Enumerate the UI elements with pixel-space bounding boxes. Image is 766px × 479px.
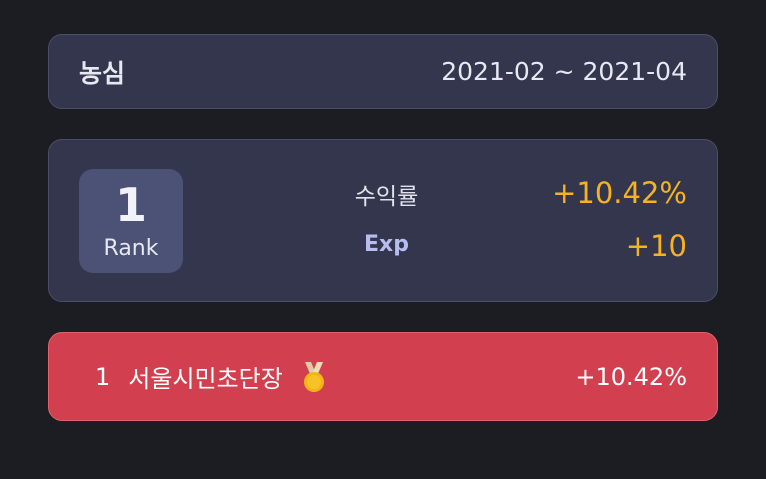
rank-summary-card: 1 Rank 수익률 +10.42% Exp +10 xyxy=(48,139,718,302)
return-label: 수익률 xyxy=(354,184,419,210)
exp-label: Exp xyxy=(364,232,409,257)
stock-name: 농심 xyxy=(79,58,126,88)
my-ranking-info: 1 서울시민초단장 xyxy=(95,333,329,420)
my-rank-number: 1 xyxy=(95,362,111,391)
rank-number: 1 xyxy=(114,177,147,232)
exp-value: +10 xyxy=(625,229,687,263)
gold-medal-icon xyxy=(299,361,329,393)
my-return-value: +10.42% xyxy=(575,362,687,391)
period-range: 2021-02 ~ 2021-04 xyxy=(441,57,687,86)
user-nickname: 서울시민초단장 xyxy=(128,365,283,393)
stock-header-card: 농심 2021-02 ~ 2021-04 xyxy=(48,34,718,109)
return-value: +10.42% xyxy=(552,176,687,210)
my-ranking-row[interactable]: 1 서울시민초단장 +10.42% xyxy=(48,332,718,421)
rank-badge: 1 Rank xyxy=(79,169,183,273)
rank-label: Rank xyxy=(103,235,159,261)
